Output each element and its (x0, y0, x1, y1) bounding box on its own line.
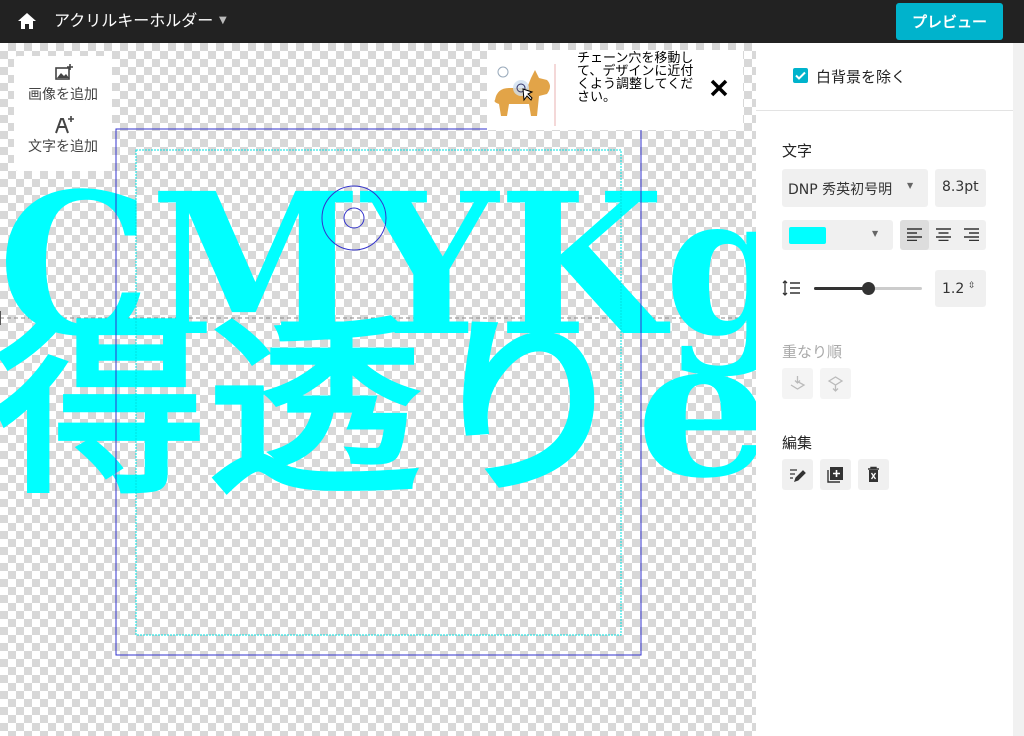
align-center-icon (936, 228, 951, 241)
line-height-slider-fill (814, 287, 868, 290)
design-canvas[interactable]: CMYKg 得透りe 画像を追加 文字を追加 (0, 43, 756, 736)
bring-forward-icon (827, 376, 844, 392)
close-icon[interactable] (707, 76, 731, 100)
align-left-button[interactable] (900, 220, 929, 250)
chevron-down-icon[interactable]: ▼ (219, 12, 227, 30)
preview-button[interactable]: プレビュー (896, 3, 1003, 40)
font-select-value: DNP 秀英初号明 (788, 182, 893, 198)
font-size-value: 8.3pt (942, 179, 979, 195)
stepper-icon[interactable]: ⇳ (968, 281, 976, 291)
add-text-label: 文字を追加 (28, 139, 98, 155)
duplicate-button[interactable] (820, 459, 851, 490)
text-object[interactable]: CMYKg 得透りe (0, 150, 756, 520)
chevron-down-icon: ▼ (907, 181, 914, 190)
product-title[interactable]: アクリルキーホルダー (54, 11, 213, 31)
top-bar: アクリルキーホルダー ▼ プレビュー (0, 0, 1024, 43)
align-left-icon (907, 228, 922, 241)
line-height-slider-thumb[interactable] (862, 282, 875, 295)
font-size-input[interactable]: 8.3pt (935, 169, 986, 207)
text-line-2: 得透りe (0, 297, 756, 520)
add-text-icon (55, 116, 74, 134)
align-group (900, 220, 986, 250)
panel-divider (756, 110, 1013, 111)
remove-white-bg-checkbox[interactable] (793, 68, 808, 83)
text-color-select[interactable]: ▼ (782, 220, 893, 250)
edit-section-title: 編集 (782, 434, 813, 452)
order-section-title: 重なり順 (782, 343, 843, 361)
delete-button[interactable] (858, 459, 889, 490)
tooltip-text: チェーン穴を移動して、デザインに近付くよう調整してください。 (577, 51, 694, 105)
send-backward-button[interactable] (782, 368, 813, 399)
chevron-down-icon: ▼ (872, 229, 879, 238)
edit-text-button[interactable] (782, 459, 813, 490)
line-height-value: 1.2 (942, 281, 965, 297)
edit-pencil-icon (790, 469, 806, 482)
text-section-title: 文字 (782, 142, 813, 160)
page-scrollbar[interactable] (1013, 43, 1024, 736)
align-center-button[interactable] (929, 220, 958, 250)
line-height-slider[interactable] (814, 282, 922, 295)
dog-illustration (493, 64, 556, 126)
send-backward-icon (790, 376, 806, 390)
text-color-swatch (789, 227, 826, 244)
canvas-artwork: CMYKg 得透りe (0, 128, 756, 656)
home-icon[interactable] (16, 11, 38, 31)
duplicate-icon (827, 467, 843, 483)
align-right-button[interactable] (958, 220, 986, 250)
bring-forward-button[interactable] (820, 368, 851, 399)
checkmark-icon (795, 71, 806, 80)
line-height-icon (782, 280, 800, 296)
add-text-button[interactable]: 文字を追加 (14, 108, 112, 171)
add-image-button[interactable]: 画像を追加 (14, 56, 112, 108)
remove-white-bg-label[interactable]: 白背景を除く (816, 66, 906, 87)
trash-icon (868, 466, 879, 482)
add-image-label: 画像を追加 (28, 87, 98, 103)
font-select[interactable]: DNP 秀英初号明 ▼ (782, 169, 928, 207)
line-height-input[interactable]: 1.2 ⇳ (935, 270, 986, 307)
align-right-icon (964, 228, 979, 241)
chain-hole-hint-tooltip: チェーン穴を移動して、デザインに近付くよう調整してください。 (487, 50, 743, 130)
add-image-icon (55, 64, 73, 80)
